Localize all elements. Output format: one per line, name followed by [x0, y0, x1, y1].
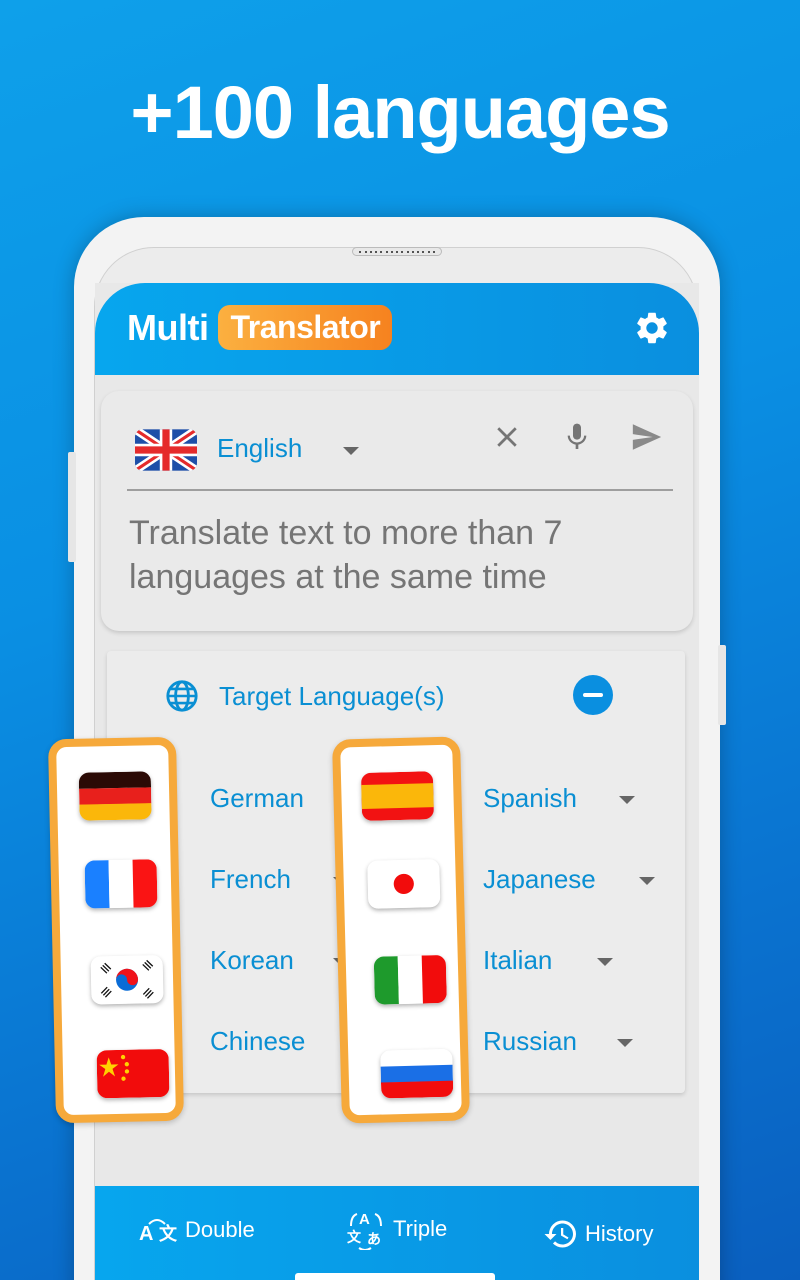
- dropdown-caret-icon[interactable]: [619, 796, 635, 804]
- nav-triple-label: Triple: [393, 1216, 448, 1241]
- flag-panel-right: [331, 736, 471, 1124]
- bottom-navigation: A文 Double A文あ Triple History: [95, 1186, 699, 1280]
- dropdown-caret-icon[interactable]: [617, 1039, 633, 1047]
- russia-flag-icon[interactable]: [380, 1048, 454, 1099]
- app-logo: Multi Translator: [127, 305, 393, 350]
- input-card: English Translate text to more than 7 la…: [101, 391, 693, 631]
- dropdown-caret-icon[interactable]: [597, 958, 613, 966]
- uk-flag-icon[interactable]: [135, 429, 197, 471]
- china-flag-icon[interactable]: [96, 1048, 170, 1099]
- brand-multi: Multi: [127, 306, 209, 348]
- svg-text:文: 文: [347, 1229, 362, 1246]
- home-indicator: [295, 1273, 495, 1280]
- brand-translator: Translator: [218, 305, 393, 350]
- phone-side-button: [718, 645, 726, 725]
- app-bar: Multi Translator: [95, 283, 699, 375]
- collapse-button[interactable]: [573, 675, 613, 715]
- nav-triple[interactable]: A文あ Triple: [345, 1208, 447, 1250]
- target-language-french[interactable]: French: [210, 864, 291, 895]
- headline: +100 languages: [130, 71, 670, 154]
- target-language-chinese[interactable]: Chinese: [210, 1026, 305, 1057]
- target-languages-title: Target Language(s): [219, 681, 445, 711]
- dropdown-caret-icon[interactable]: [343, 447, 359, 455]
- nav-history-label: History: [585, 1221, 654, 1246]
- input-divider: [127, 489, 673, 491]
- japan-flag-icon[interactable]: [367, 858, 441, 909]
- gear-icon[interactable]: [633, 309, 671, 347]
- target-language-japanese[interactable]: Japanese: [483, 864, 596, 895]
- nav-double-label: Double: [185, 1217, 255, 1242]
- dropdown-caret-icon[interactable]: [639, 877, 655, 885]
- target-language-korean[interactable]: Korean: [210, 945, 294, 976]
- clear-icon[interactable]: [487, 417, 527, 457]
- mic-icon[interactable]: [557, 417, 597, 457]
- text-input[interactable]: Translate text to more than 7 languages …: [129, 511, 649, 599]
- nav-history[interactable]: History: [543, 1216, 653, 1252]
- send-icon[interactable]: [627, 417, 667, 457]
- svg-text:文: 文: [159, 1223, 178, 1244]
- svg-text:A: A: [139, 1223, 153, 1244]
- germany-flag-icon[interactable]: [78, 771, 152, 821]
- phone-side-button: [68, 452, 76, 562]
- source-language-selector[interactable]: English: [217, 433, 302, 464]
- phone-speaker: [352, 247, 442, 256]
- italy-flag-icon[interactable]: [373, 954, 447, 1005]
- south-korea-flag-icon[interactable]: [90, 955, 164, 1005]
- minus-icon: [583, 693, 603, 697]
- flag-panel-left: [47, 736, 185, 1124]
- spain-flag-icon[interactable]: [360, 771, 435, 821]
- nav-double[interactable]: A文 Double: [139, 1216, 255, 1244]
- target-language-german[interactable]: German: [210, 783, 304, 814]
- history-icon: [544, 1220, 576, 1248]
- france-flag-icon[interactable]: [84, 859, 158, 909]
- translate-icon: A文: [139, 1219, 178, 1244]
- target-language-italian[interactable]: Italian: [483, 945, 552, 976]
- target-language-spanish[interactable]: Spanish: [483, 783, 577, 814]
- target-language-russian[interactable]: Russian: [483, 1026, 577, 1057]
- globe-icon: [166, 680, 198, 712]
- multi-translate-icon: A文あ: [347, 1211, 382, 1250]
- svg-text:A: A: [359, 1211, 370, 1228]
- svg-text:あ: あ: [367, 1232, 381, 1248]
